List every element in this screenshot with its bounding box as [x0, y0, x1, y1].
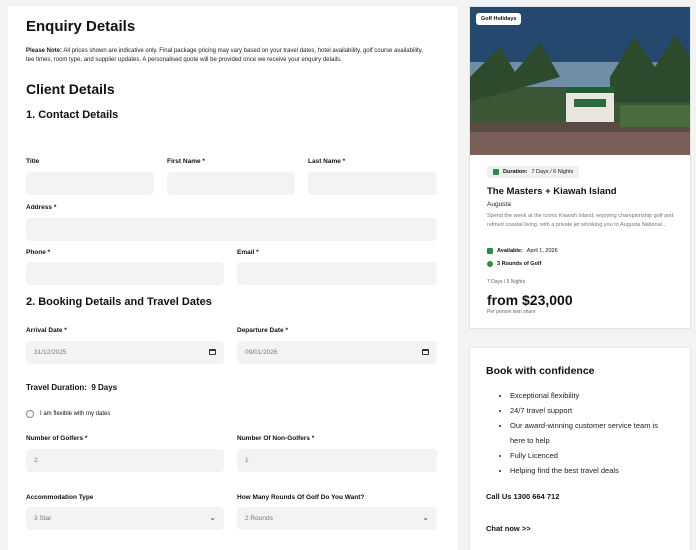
nights-text: 7 Days / 6 Nights — [487, 279, 526, 285]
confidence-title: Book with confidence — [486, 365, 595, 377]
chat-now-link[interactable]: Chat now >> — [486, 524, 531, 533]
calendar-icon — [487, 248, 493, 254]
list-item: Our award-winning customer service team … — [510, 418, 675, 448]
travel-duration-value: 9 Days — [91, 383, 118, 392]
first-name-input[interactable] — [167, 172, 295, 195]
pricing-note: Please Note: All prices shown are indica… — [26, 47, 424, 65]
title-label: Title — [26, 158, 40, 165]
rounds-text: 3 Rounds of Golf — [497, 261, 542, 267]
price-note: Per person twin share — [487, 309, 536, 315]
golfers-input[interactable]: 2 — [26, 449, 224, 472]
package-image[interactable]: Golf Holidays — [470, 7, 690, 155]
confidence-list: Exceptional flexibility 24/7 travel supp… — [500, 388, 675, 478]
note-text: All prices shown are indicative only. Fi… — [26, 48, 423, 63]
book-with-confidence-panel: Book with confidence Exceptional flexibi… — [469, 347, 691, 550]
package-location: Augusta — [487, 201, 511, 208]
available-label: Available: — [497, 248, 523, 254]
duration-pill-value: 7 Days / 6 Nights — [531, 169, 574, 175]
call-us-link[interactable]: Call Us 1300 664 712 — [486, 492, 559, 501]
phone-input[interactable] — [26, 262, 224, 285]
email-label: Email * — [237, 249, 259, 256]
first-name-label: First Name * — [167, 158, 205, 165]
arrival-date-input[interactable]: 31/12/2025 — [26, 341, 224, 364]
accommodation-select[interactable]: 3 Star ⌄ — [26, 507, 224, 530]
duration-pill: Duration: 7 Days / 6 Nights — [487, 166, 580, 178]
availability-row: Available: April 1, 2026 — [487, 248, 558, 254]
departure-date-label: Departure Date * — [237, 327, 288, 334]
rounds-value: 2 Rounds — [245, 515, 273, 522]
list-item: Exceptional flexibility — [510, 388, 675, 403]
email-input[interactable] — [237, 262, 437, 285]
departure-date-value: 09/01/2026 — [245, 349, 278, 356]
note-label: Please Note: — [26, 48, 63, 54]
chevron-down-icon: ⌄ — [209, 513, 216, 522]
flexible-dates-option[interactable]: I am flexible with my dates — [26, 410, 110, 418]
arrival-date-value: 31/12/2025 — [34, 349, 67, 356]
accommodation-value: 3 Star — [34, 515, 52, 522]
golfers-label: Number of Golfers * — [26, 435, 88, 442]
phone-label: Phone * — [26, 249, 51, 256]
contact-details-heading: 1. Contact Details — [26, 109, 119, 121]
list-item: Helping find the best travel deals — [510, 463, 675, 478]
page-title: Enquiry Details — [26, 18, 136, 35]
calendar-icon[interactable] — [209, 349, 216, 355]
non-golfers-input[interactable]: 1 — [237, 449, 437, 472]
non-golfers-value: 1 — [245, 457, 249, 464]
list-item: Fully Licenced — [510, 448, 675, 463]
page: Enquiry Details Please Note: All prices … — [0, 0, 696, 550]
list-item: 24/7 travel support — [510, 403, 675, 418]
golfers-value: 2 — [34, 457, 38, 464]
package-description: Spend the week at the iconic Kiawah Isla… — [487, 213, 674, 228]
booking-details-heading: 2. Booking Details and Travel Dates — [26, 296, 212, 308]
accommodation-label: Accommodation Type — [26, 494, 94, 501]
golf-ball-icon — [487, 261, 493, 267]
rounds-label: How Many Rounds Of Golf Do You Want? — [237, 494, 365, 501]
category-badge[interactable]: Golf Holidays — [476, 13, 522, 25]
last-name-input[interactable] — [308, 172, 437, 195]
package-title[interactable]: The Masters + Kiawah Island — [487, 186, 617, 197]
address-input[interactable] — [26, 218, 437, 241]
available-value: April 1, 2026 — [526, 248, 558, 254]
departure-date-input[interactable]: 09/01/2026 — [237, 341, 437, 364]
non-golfers-label: Number Of Non-Golfers * — [237, 435, 315, 442]
duration-pill-label: Duration: — [503, 169, 528, 175]
golf-scene-illustration — [470, 7, 690, 155]
calendar-icon[interactable] — [422, 349, 429, 355]
duration-icon — [493, 169, 499, 175]
package-price: from $23,000 — [487, 292, 573, 308]
client-details-heading: Client Details — [26, 81, 115, 97]
rounds-row: 3 Rounds of Golf — [487, 261, 541, 267]
title-select[interactable] — [26, 172, 154, 195]
flexible-dates-label: I am flexible with my dates — [40, 411, 111, 417]
arrival-date-label: Arrival Date * — [26, 327, 67, 334]
chevron-down-icon: ⌄ — [422, 513, 429, 522]
flexible-dates-radio[interactable] — [26, 410, 34, 418]
package-card[interactable]: Golf Holidays Duration: 7 Days / 6 Night… — [469, 6, 691, 329]
address-label: Address * — [26, 204, 57, 211]
travel-duration: Travel Duration: 9 Days — [26, 383, 117, 392]
travel-duration-label: Travel Duration: — [26, 383, 87, 392]
rounds-select[interactable]: 2 Rounds ⌄ — [237, 507, 437, 530]
last-name-label: Last Name * — [308, 158, 346, 165]
